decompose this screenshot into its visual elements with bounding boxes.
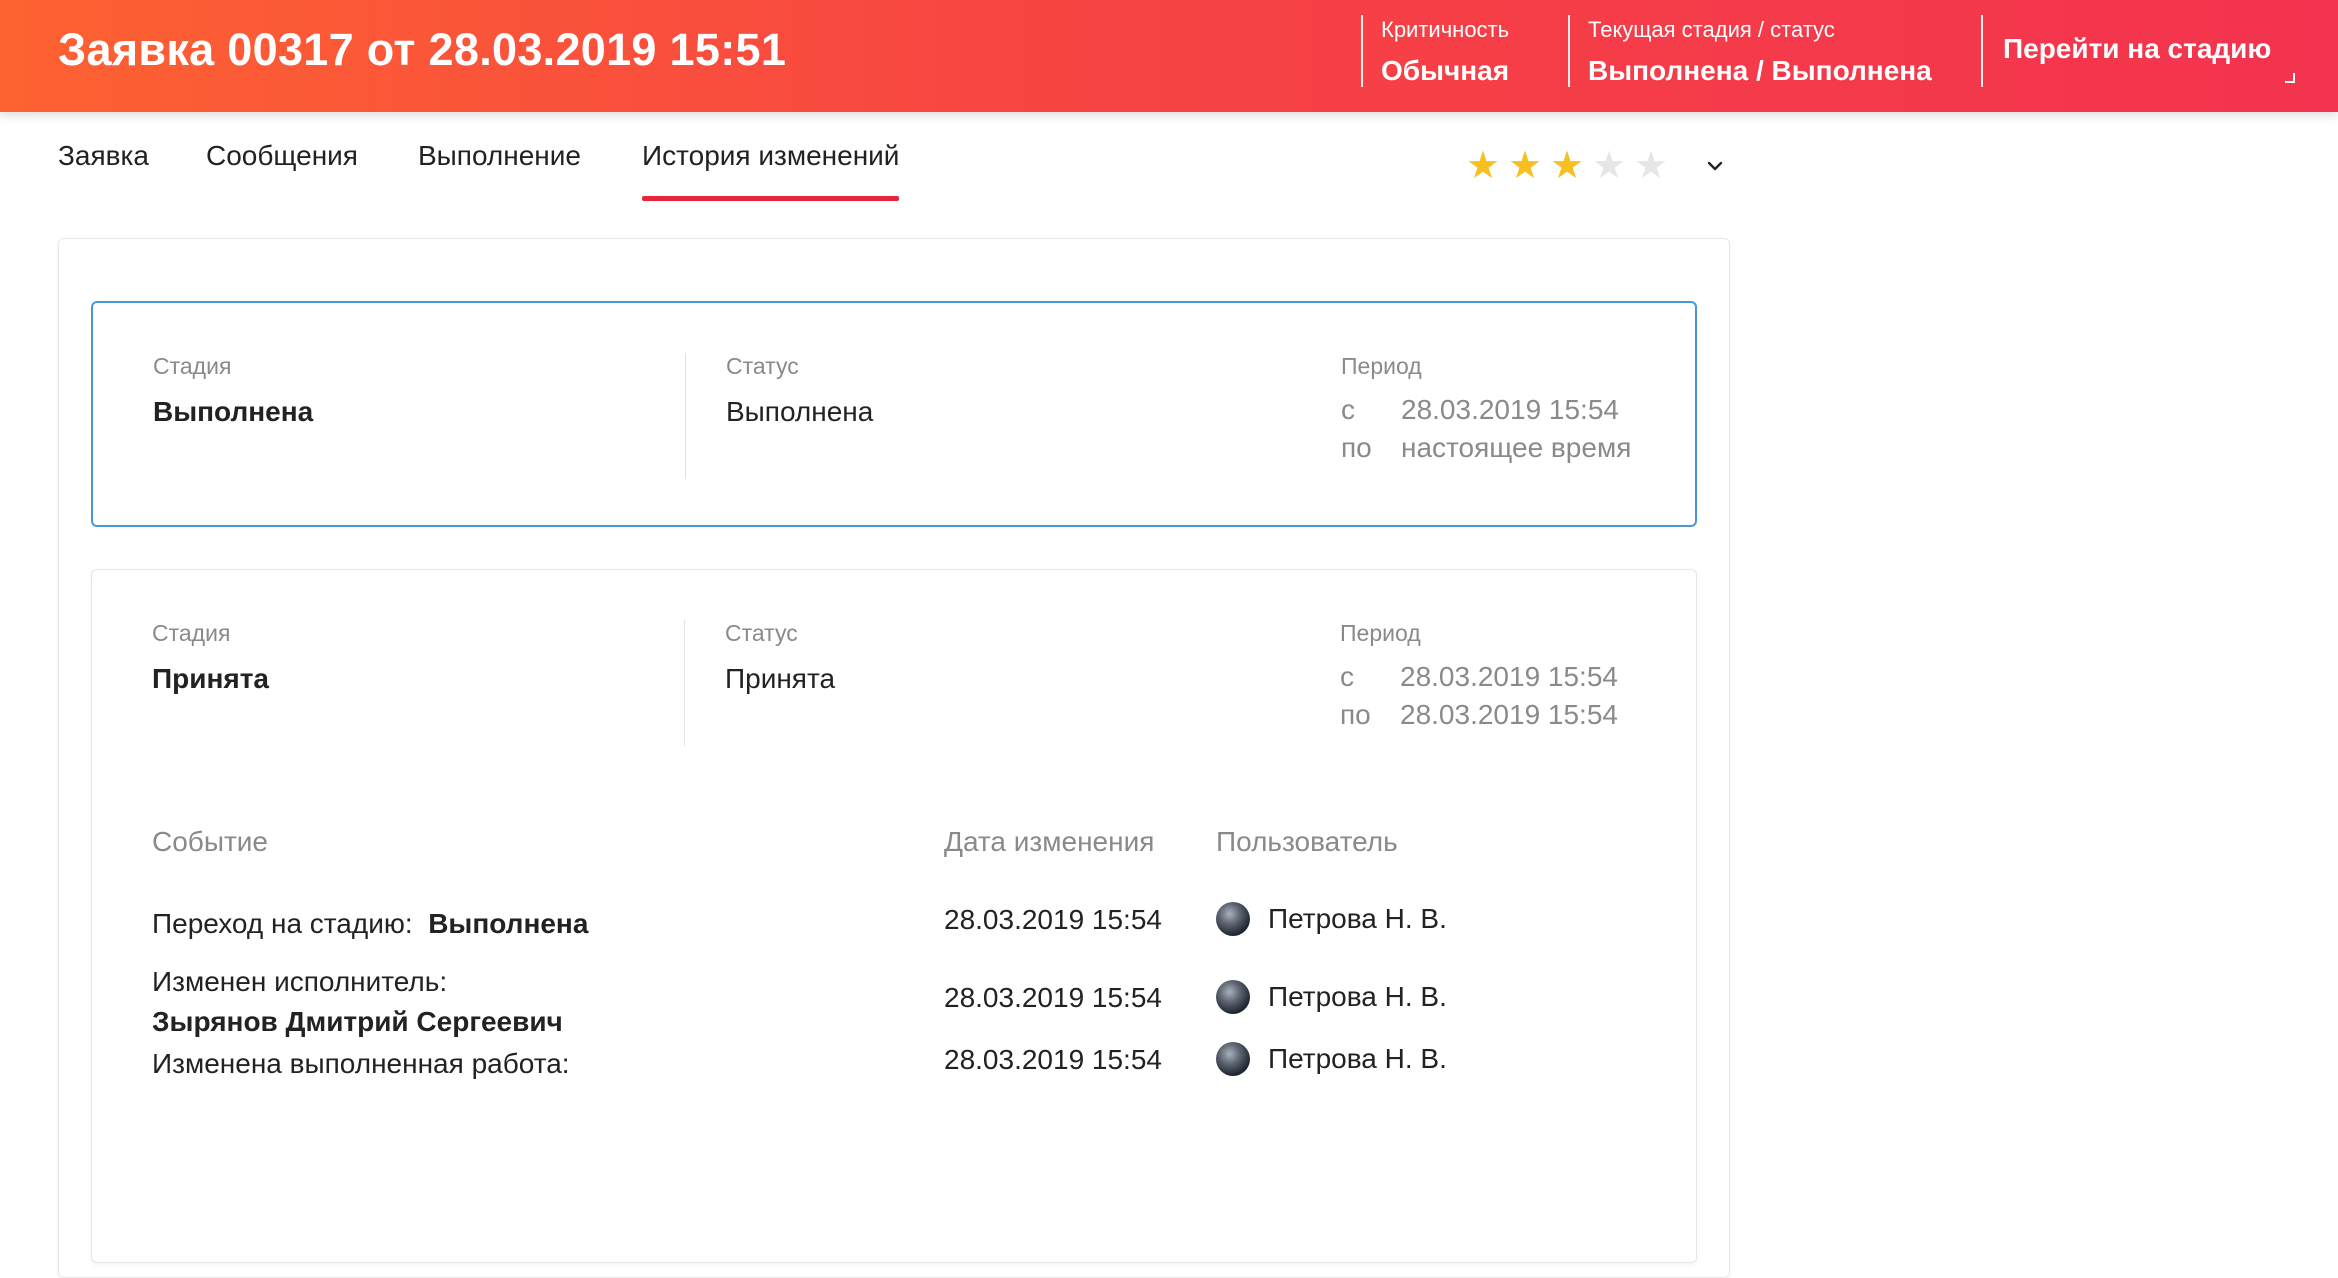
period-to: по настоящее время [1341, 432, 1631, 464]
column-divider [684, 620, 685, 746]
column-divider [685, 353, 686, 479]
star-icon[interactable]: ★ [1462, 147, 1504, 185]
user-name: Петрова Н. В. [1268, 1043, 1447, 1074]
tab-history[interactable]: История изменений [642, 140, 900, 201]
period-to-value: настоящее время [1401, 432, 1632, 463]
status-value: Принята [725, 663, 836, 694]
history-panel: Стадия Выполнена Статус Выполнена Период… [58, 238, 1730, 1278]
current-stage-label: Текущая стадия / статус [1588, 17, 1835, 42]
event-value: Выполнена [428, 908, 589, 939]
star-icon[interactable]: ★ [1504, 147, 1546, 185]
event-value: Зырянов Дмитрий Сергеевич [152, 1006, 563, 1037]
period-from: с 28.03.2019 15:54 [1340, 661, 1618, 693]
goto-stage-label: Перейти на стадию [2003, 33, 2272, 64]
events-header-user: Пользователь [1216, 826, 1398, 857]
period-to-value: 28.03.2019 15:54 [1400, 699, 1618, 730]
event-action: Изменена выполненная работа: [152, 1048, 570, 1079]
stage-column: Стадия Принята [152, 620, 269, 695]
tab-execution[interactable]: Выполнение [418, 140, 581, 172]
status-value: Выполнена [726, 396, 874, 427]
header-bar: Заявка 00317 от 28.03.2019 15:51 Критичн… [0, 0, 2338, 112]
period-label: Период [1341, 353, 1422, 379]
stage-value: Выполнена [153, 396, 314, 427]
period-label: Период [1340, 620, 1421, 646]
period-from: с 28.03.2019 15:54 [1341, 394, 1631, 426]
period-to-label: по [1340, 699, 1371, 730]
event-date: 28.03.2019 15:54 [944, 1044, 1162, 1075]
event-user[interactable]: Петрова Н. В. [1216, 902, 1447, 936]
rating-stars: ★ ★ ★ ★ ★ [1462, 147, 1672, 187]
criticality-label: Критичность [1381, 17, 1510, 42]
event-date: 28.03.2019 15:54 [944, 982, 1162, 1013]
stage-label: Стадия [153, 353, 232, 379]
status-column: Статус Принята [725, 620, 835, 695]
events-header-event: Событие [152, 826, 268, 857]
event-action: Переход на стадию: [152, 908, 413, 939]
stage-value: Принята [152, 663, 269, 694]
status-column: Статус Выполнена [726, 353, 873, 428]
stage-label: Стадия [152, 620, 231, 646]
criticality-block: Критичность Обычная [1361, 15, 1561, 87]
period-to: по 28.03.2019 15:54 [1340, 699, 1618, 731]
period-to-label: по [1341, 432, 1372, 463]
chevron-down-icon[interactable] [1703, 154, 1727, 178]
stage-column: Стадия Выполнена [153, 353, 313, 428]
status-label: Статус [726, 353, 799, 379]
criticality-value: Обычная [1381, 55, 1510, 86]
current-stage-value: Выполнена / Выполнена [1588, 55, 1932, 86]
star-icon[interactable]: ★ [1630, 147, 1672, 185]
goto-stage-button[interactable]: Перейти на стадию [1981, 15, 2301, 87]
avatar [1216, 902, 1250, 936]
user-name: Петрова Н. В. [1268, 981, 1447, 1012]
period-column: Период с 28.03.2019 15:54 по 28.03.2019 15… [1340, 620, 1618, 731]
event-text: Переход на стадию: Выполнена [152, 904, 588, 944]
avatar [1216, 1042, 1250, 1076]
current-stage-block: Текущая стадия / статус Выполнена / Выпо… [1568, 15, 1978, 87]
event-date: 28.03.2019 15:54 [944, 904, 1162, 935]
history-card-previous[interactable]: Стадия Принята Статус Принята Период с 28… [91, 569, 1697, 1263]
event-action: Изменен исполнитель: [152, 966, 448, 997]
tab-messages[interactable]: Сообщения [206, 140, 358, 172]
period-from-value: 28.03.2019 15:54 [1401, 394, 1619, 425]
page-title: Заявка 00317 от 28.03.2019 15:51 [58, 24, 787, 75]
user-name: Петрова Н. В. [1268, 903, 1447, 934]
history-card-current[interactable]: Стадия Выполнена Статус Выполнена Период… [91, 301, 1697, 527]
period-column: Период с 28.03.2019 15:54 по настоящее вре… [1341, 353, 1631, 464]
period-from-label: с [1340, 661, 1354, 692]
tab-request[interactable]: Заявка [58, 140, 149, 172]
star-icon[interactable]: ★ [1588, 147, 1630, 185]
event-text: Изменен исполнитель: Зырянов Дмитрий Серг… [152, 962, 563, 1042]
star-icon[interactable]: ★ [1546, 147, 1588, 185]
table-row: Изменен исполнитель: Зырянов Дмитрий Серг… [92, 962, 1696, 1052]
status-label: Статус [725, 620, 798, 646]
table-row: Изменена выполненная работа: 28.03.2019 … [92, 1042, 1696, 1134]
avatar [1216, 980, 1250, 1014]
event-user[interactable]: Петрова Н. В. [1216, 980, 1447, 1014]
event-text: Изменена выполненная работа: [152, 1044, 570, 1084]
event-user[interactable]: Петрова Н. В. [1216, 1042, 1447, 1076]
corner-icon [2285, 73, 2295, 83]
events-header-date: Дата изменения [944, 826, 1155, 857]
period-from-label: с [1341, 394, 1355, 425]
period-from-value: 28.03.2019 15:54 [1400, 661, 1618, 692]
